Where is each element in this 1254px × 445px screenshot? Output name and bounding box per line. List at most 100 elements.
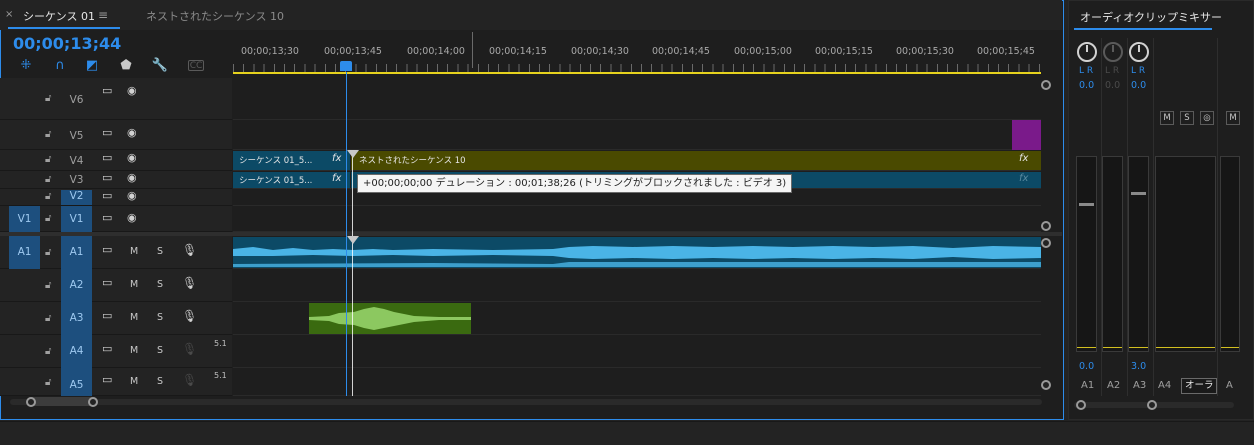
fader-master[interactable] (1220, 156, 1240, 352)
fader-thumb[interactable] (1131, 192, 1146, 195)
master-record-button[interactable]: ◎ (1200, 111, 1214, 125)
microphone-icon[interactable]: 🎙︎ (182, 243, 197, 257)
video-scroll-bottom-handle[interactable] (1041, 221, 1051, 231)
mute-button[interactable]: M (130, 376, 138, 387)
work-area-bar[interactable] (233, 72, 1041, 74)
lock-icon[interactable]: 🔓︎ (45, 280, 51, 291)
lock-icon[interactable]: 🔓︎ (45, 213, 51, 224)
fader-a1[interactable] (1076, 156, 1097, 352)
timeline-settings-wrench-icon[interactable]: 🔧 (150, 56, 170, 74)
fader-a2[interactable] (1102, 156, 1123, 352)
pan-knob-a3[interactable] (1129, 42, 1149, 62)
track-name[interactable]: V6 (61, 94, 92, 106)
lock-icon[interactable]: 🔓︎ (45, 377, 51, 388)
add-marker-icon[interactable]: ⬟ (116, 56, 136, 74)
solo-button[interactable]: S (157, 246, 163, 257)
source-patch-a1[interactable]: A1 (9, 236, 40, 269)
track-name[interactable]: A1 (61, 236, 92, 269)
lock-icon[interactable]: 🔓︎ (45, 93, 51, 104)
pan-value[interactable]: 0.0 (1105, 80, 1120, 91)
eye-icon[interactable]: ◉ (127, 84, 137, 97)
time-ruler[interactable]: 00;00;13;30 00;00;13;45 00;00;14;00 00;0… (233, 32, 1041, 76)
clip-v3-left[interactable]: シーケンス 01_5... fx (233, 172, 350, 188)
zoom-left-handle[interactable] (26, 397, 36, 407)
sync-lock-icon[interactable]: ▭ (102, 84, 112, 97)
eye-icon[interactable]: ◉ (127, 151, 137, 164)
track-name[interactable]: V4 (61, 155, 92, 167)
solo-button[interactable]: S (157, 345, 163, 356)
mute-button[interactable]: M (130, 312, 138, 323)
sync-lock-icon[interactable]: ▭ (102, 189, 112, 202)
solo-button[interactable]: S (157, 279, 163, 290)
sync-lock-icon[interactable]: ▭ (102, 151, 112, 164)
clip-v4-left[interactable]: シーケンス 01_5... fx (233, 151, 350, 170)
clip-a3-audio[interactable] (309, 303, 471, 334)
eye-icon[interactable]: ◉ (127, 189, 137, 202)
sync-lock-icon[interactable]: ▭ (102, 126, 112, 139)
master-mute-button[interactable]: M (1160, 111, 1174, 125)
clip-nested-sequence-10[interactable]: ネストされたシーケンス 10 fx (351, 151, 1041, 170)
sync-lock-icon[interactable]: ▭ (102, 211, 112, 224)
mixer-scroll-right-handle[interactable] (1147, 400, 1157, 410)
volume-value[interactable]: 0.0 (1079, 361, 1094, 372)
track-lane-v5[interactable] (233, 120, 1041, 150)
microphone-icon[interactable]: 🎙︎ (182, 342, 197, 356)
sync-lock-icon[interactable]: ▭ (102, 276, 112, 289)
tab-sequence-01[interactable]: シーケンス 01 (23, 8, 95, 24)
fader-thumb[interactable] (1079, 203, 1094, 206)
horizontal-scrollbar[interactable] (10, 399, 1042, 405)
sync-lock-icon[interactable]: ▭ (102, 309, 112, 322)
microphone-icon[interactable]: 🎙︎ (182, 373, 197, 387)
playhead-timecode[interactable]: 00;00;13;44 (13, 34, 121, 53)
lock-icon[interactable]: 🔓︎ (45, 129, 51, 140)
track-lane-a4[interactable] (233, 335, 1041, 368)
microphone-icon[interactable]: 🎙︎ (182, 309, 197, 323)
lock-icon[interactable]: 🔓︎ (45, 191, 51, 202)
captions-icon[interactable]: CC (188, 60, 204, 71)
fader-a4[interactable] (1155, 156, 1216, 352)
panel-menu-icon[interactable]: ≡ (98, 8, 108, 22)
lock-icon[interactable]: 🔓︎ (45, 154, 51, 165)
playhead-handle[interactable] (340, 61, 352, 71)
clip-purple[interactable] (1012, 120, 1041, 150)
track-name[interactable]: A2 (61, 269, 92, 302)
lock-icon[interactable]: 🔓︎ (45, 313, 51, 324)
pan-value[interactable]: 0.0 (1131, 80, 1146, 91)
track-name[interactable]: A3 (61, 302, 92, 335)
pan-knob-a1[interactable] (1077, 42, 1097, 62)
volume-value[interactable]: 3.0 (1131, 361, 1146, 372)
eye-icon[interactable]: ◉ (127, 211, 137, 224)
track-name[interactable]: A5 (61, 368, 92, 396)
mixer-scroll-left-handle[interactable] (1076, 400, 1086, 410)
nest-sequence-icon[interactable]: ⁜ (16, 56, 36, 74)
solo-button[interactable]: S (157, 376, 163, 387)
mixer-title[interactable]: オーディオクリップミキサー (1080, 9, 1222, 25)
solo-button[interactable]: S (157, 312, 163, 323)
tab-nested-sequence-10[interactable]: ネストされたシーケンス 10 (146, 8, 284, 24)
mute-button[interactable]: M (130, 279, 138, 290)
lock-icon[interactable]: 🔓︎ (45, 174, 51, 185)
fader-a3[interactable] (1128, 156, 1149, 352)
sync-lock-icon[interactable]: ▭ (102, 342, 112, 355)
track-lane-a2[interactable] (233, 269, 1041, 302)
track-lane-v6[interactable] (233, 78, 1041, 120)
tab-close-icon[interactable]: × (5, 9, 13, 20)
audio-scroll-bottom-handle[interactable] (1041, 380, 1051, 390)
track-name[interactable]: A4 (61, 335, 92, 368)
pan-value[interactable]: 0.0 (1079, 80, 1094, 91)
source-patch-v1[interactable]: V1 (9, 206, 40, 232)
lock-icon[interactable]: 🔓︎ (45, 346, 51, 357)
video-scroll-top-handle[interactable] (1041, 80, 1051, 90)
sync-lock-icon[interactable]: ▭ (102, 373, 112, 386)
extra-mute-button[interactable]: M (1226, 111, 1240, 125)
sync-lock-icon[interactable]: ▭ (102, 243, 112, 256)
sync-lock-icon[interactable]: ▭ (102, 171, 112, 184)
track-name[interactable]: V5 (61, 130, 92, 142)
lock-icon[interactable]: 🔓︎ (45, 247, 51, 258)
master-solo-button[interactable]: S (1180, 111, 1194, 125)
track-name[interactable]: V3 (61, 174, 92, 186)
mute-button[interactable]: M (130, 345, 138, 356)
track-lane-a3[interactable] (233, 302, 1041, 335)
mute-button[interactable]: M (130, 246, 138, 257)
master-channel-name-field[interactable]: オーラ (1181, 378, 1217, 394)
